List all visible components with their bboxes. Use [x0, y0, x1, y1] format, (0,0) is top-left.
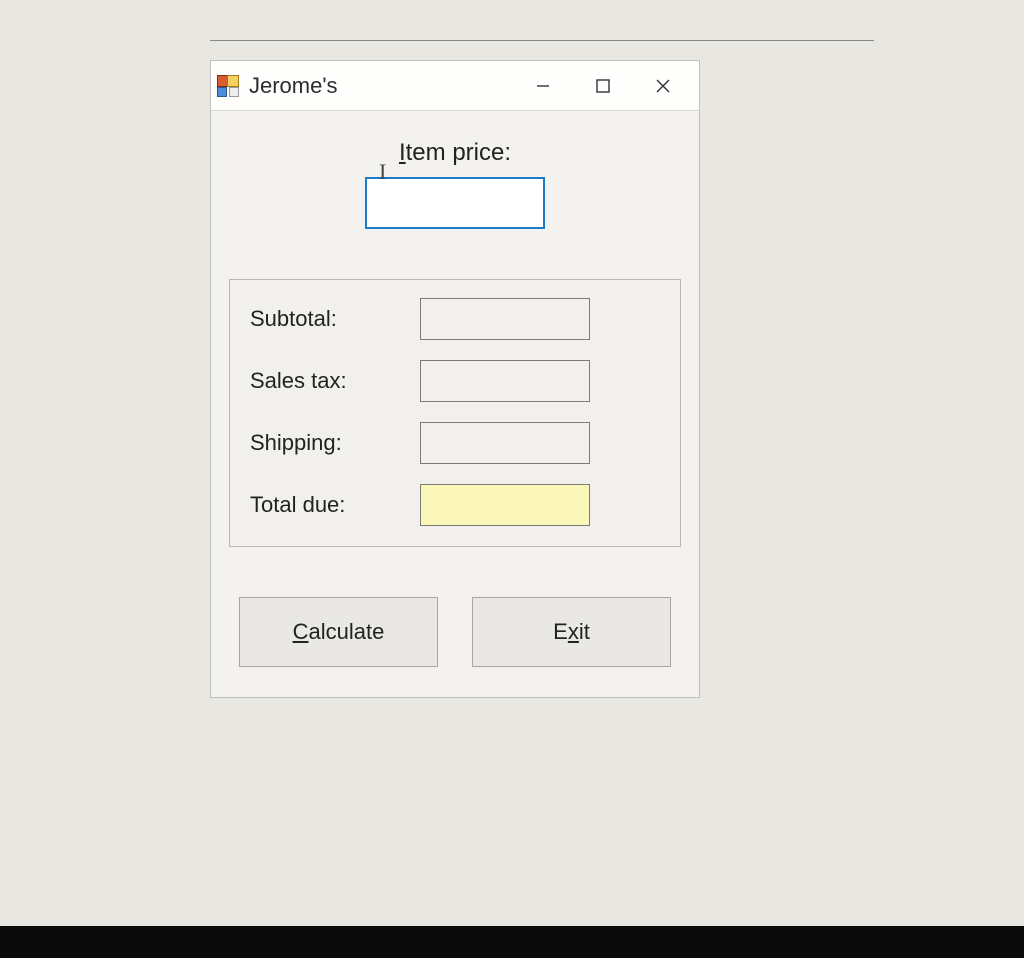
item-price-label: Item price: [399, 139, 511, 167]
results-group: Subtotal: Sales tax: Shipping: Total due… [229, 279, 681, 547]
totaldue-label: Total due: [250, 492, 420, 518]
minimize-button[interactable] [513, 62, 573, 110]
top-separator [210, 40, 874, 41]
calculate-button[interactable]: Calculate [239, 597, 438, 667]
app-icon [217, 75, 239, 97]
subtotal-output [420, 298, 590, 340]
close-icon [655, 78, 671, 94]
minimize-icon [535, 78, 551, 94]
client-area: I Item price: Subtotal: Sales tax: Shipp… [211, 111, 699, 697]
shipping-label: Shipping: [250, 430, 420, 456]
salestax-row: Sales tax: [250, 360, 660, 402]
title-bar[interactable]: Jerome's [211, 61, 699, 111]
salestax-label: Sales tax: [250, 368, 420, 394]
item-price-input[interactable] [365, 177, 545, 229]
text-cursor-icon: I [379, 159, 386, 185]
shipping-output [420, 422, 590, 464]
salestax-output [420, 360, 590, 402]
subtotal-label: Subtotal: [250, 306, 420, 332]
maximize-button[interactable] [573, 62, 633, 110]
subtotal-row: Subtotal: [250, 298, 660, 340]
shipping-row: Shipping: [250, 422, 660, 464]
bottom-strip [0, 926, 1024, 958]
totaldue-row: Total due: [250, 484, 660, 526]
exit-button[interactable]: Exit [472, 597, 671, 667]
app-window: Jerome's I Item price: Subtotal: Sales [210, 60, 700, 698]
item-price-block: I Item price: [229, 139, 681, 229]
button-row: Calculate Exit [229, 597, 681, 667]
window-title: Jerome's [249, 73, 338, 99]
totaldue-output [420, 484, 590, 526]
maximize-icon [595, 78, 611, 94]
close-button[interactable] [633, 62, 693, 110]
